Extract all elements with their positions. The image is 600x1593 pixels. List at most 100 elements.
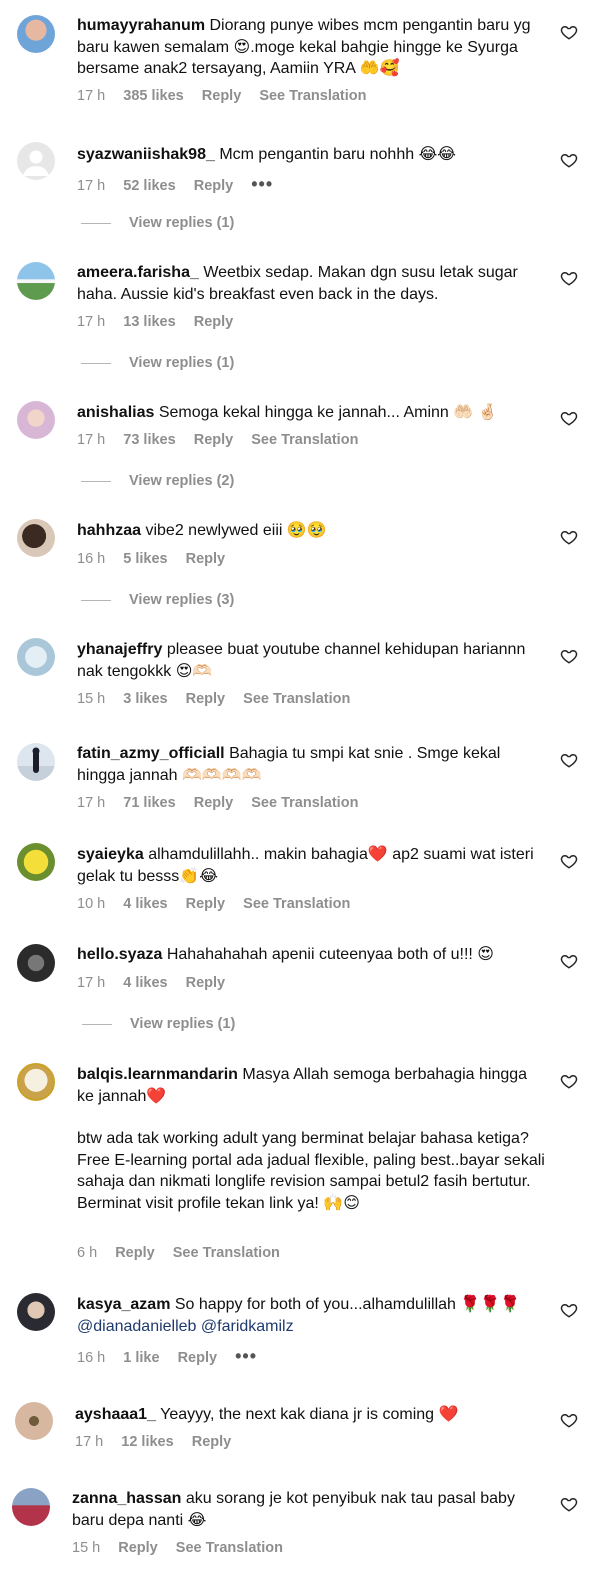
username-link[interactable]: hahhzaa bbox=[77, 522, 141, 539]
username-link[interactable]: kasya_azam bbox=[77, 1296, 170, 1313]
timestamp: 17 h bbox=[77, 88, 106, 104]
comment-meta: 16 h 1 like Reply ••• bbox=[77, 1346, 271, 1367]
see-translation-button[interactable]: See Translation bbox=[251, 432, 358, 448]
username-link[interactable]: anishalias bbox=[77, 404, 154, 421]
like-heart-icon[interactable] bbox=[560, 151, 578, 169]
like-heart-icon[interactable] bbox=[560, 1495, 578, 1513]
timestamp: 17 h bbox=[75, 1434, 104, 1450]
likes-count[interactable]: 13 likes bbox=[123, 314, 175, 330]
likes-count[interactable]: 52 likes bbox=[123, 178, 175, 194]
like-heart-icon[interactable] bbox=[560, 852, 578, 870]
view-replies-button[interactable]: View replies (3) bbox=[81, 592, 234, 608]
comment-text: anishalias Semoga kekal hingga ke jannah… bbox=[77, 402, 548, 424]
reply-button[interactable]: Reply bbox=[186, 551, 226, 567]
comment-meta: 17 h 385 likes Reply See Translation bbox=[77, 88, 381, 104]
username-link[interactable]: humayyrahanum bbox=[77, 17, 205, 34]
like-heart-icon[interactable] bbox=[560, 409, 578, 427]
likes-count[interactable]: 73 likes bbox=[123, 432, 175, 448]
likes-count[interactable]: 4 likes bbox=[123, 975, 167, 991]
timestamp: 17 h bbox=[77, 795, 106, 811]
more-options-icon[interactable]: ••• bbox=[251, 174, 273, 194]
reply-button[interactable]: Reply bbox=[202, 88, 242, 104]
likes-count[interactable]: 385 likes bbox=[123, 88, 183, 104]
comment-meta: 17 h 73 likes Reply See Translation bbox=[77, 432, 372, 448]
timestamp: 15 h bbox=[72, 1540, 101, 1556]
timestamp: 17 h bbox=[77, 975, 106, 991]
avatar[interactable] bbox=[15, 1402, 53, 1440]
like-heart-icon[interactable] bbox=[560, 269, 578, 287]
likes-count[interactable]: 4 likes bbox=[123, 896, 167, 912]
view-replies-button[interactable]: View replies (1) bbox=[81, 215, 234, 231]
see-translation-button[interactable]: See Translation bbox=[251, 795, 358, 811]
username-link[interactable]: fatin_azmy_officiall bbox=[77, 745, 225, 762]
comment-meta: 17 h 52 likes Reply ••• bbox=[77, 174, 287, 195]
avatar[interactable] bbox=[17, 262, 55, 300]
likes-count[interactable]: 5 likes bbox=[123, 551, 167, 567]
likes-count[interactable]: 3 likes bbox=[123, 691, 167, 707]
reply-button[interactable]: Reply bbox=[186, 896, 226, 912]
see-translation-button[interactable]: See Translation bbox=[243, 896, 350, 912]
reply-button[interactable]: Reply bbox=[118, 1540, 158, 1556]
view-replies-button[interactable]: View replies (1) bbox=[81, 355, 234, 371]
like-heart-icon[interactable] bbox=[560, 23, 578, 41]
avatar[interactable] bbox=[12, 1488, 50, 1526]
avatar[interactable] bbox=[17, 638, 55, 676]
reply-button[interactable]: Reply bbox=[178, 1350, 218, 1366]
username-link[interactable]: syaieyka bbox=[77, 846, 144, 863]
avatar[interactable] bbox=[17, 1063, 55, 1101]
like-heart-icon[interactable] bbox=[560, 528, 578, 546]
reply-button[interactable]: Reply bbox=[186, 975, 226, 991]
reply-button[interactable]: Reply bbox=[115, 1245, 155, 1261]
username-link[interactable]: ayshaaa1_ bbox=[75, 1406, 156, 1423]
avatar[interactable] bbox=[17, 843, 55, 881]
more-options-icon[interactable]: ••• bbox=[235, 1346, 257, 1366]
reply-button[interactable]: Reply bbox=[194, 795, 234, 811]
like-heart-icon[interactable] bbox=[560, 1411, 578, 1429]
likes-count[interactable]: 12 likes bbox=[121, 1434, 173, 1450]
reply-button[interactable]: Reply bbox=[194, 314, 234, 330]
comment-meta: 6 h Reply See Translation bbox=[77, 1245, 294, 1261]
comment-body: vibe2 newlywed eiii 🥹🥹 bbox=[145, 522, 327, 539]
see-translation-button[interactable]: See Translation bbox=[243, 691, 350, 707]
like-heart-icon[interactable] bbox=[560, 1072, 578, 1090]
likes-count[interactable]: 1 like bbox=[123, 1350, 159, 1366]
see-translation-button[interactable]: See Translation bbox=[259, 88, 366, 104]
comment-body: So happy for both of you...alhamdulillah… bbox=[174, 1296, 521, 1313]
timestamp: 16 h bbox=[77, 551, 106, 567]
timestamp: 6 h bbox=[77, 1245, 98, 1261]
mention-link[interactable]: @faridkamilz bbox=[201, 1318, 294, 1335]
avatar[interactable] bbox=[17, 401, 55, 439]
reply-button[interactable]: Reply bbox=[186, 691, 226, 707]
username-link[interactable]: syazwaniishak98_ bbox=[77, 146, 215, 163]
comment-text: balqis.learnmandarin Masya Allah semoga … bbox=[77, 1064, 548, 1107]
username-link[interactable]: ameera.farisha_ bbox=[77, 264, 199, 281]
avatar[interactable] bbox=[17, 944, 55, 982]
username-link[interactable]: zanna_hassan bbox=[72, 1490, 181, 1507]
avatar[interactable] bbox=[17, 519, 55, 557]
timestamp: 17 h bbox=[77, 432, 106, 448]
avatar[interactable] bbox=[17, 1293, 55, 1331]
view-replies-button[interactable]: View replies (1) bbox=[82, 1016, 235, 1032]
avatar[interactable] bbox=[17, 142, 55, 180]
reply-button[interactable]: Reply bbox=[194, 178, 234, 194]
like-heart-icon[interactable] bbox=[560, 647, 578, 665]
avatar[interactable] bbox=[17, 743, 55, 781]
mention-link[interactable]: @dianadanielleb bbox=[77, 1318, 196, 1335]
see-translation-button[interactable]: See Translation bbox=[176, 1540, 283, 1556]
username-link[interactable]: yhanajeffry bbox=[77, 641, 162, 658]
like-heart-icon[interactable] bbox=[560, 952, 578, 970]
see-translation-button[interactable]: See Translation bbox=[173, 1245, 280, 1261]
comment-text: fatin_azmy_officiall Bahagia tu smpi kat… bbox=[77, 743, 548, 786]
avatar[interactable] bbox=[17, 15, 55, 53]
like-heart-icon[interactable] bbox=[560, 751, 578, 769]
comment-body: Yeayyy, the next kak diana jr is coming … bbox=[160, 1406, 459, 1423]
username-link[interactable]: hello.syaza bbox=[77, 946, 162, 963]
like-heart-icon[interactable] bbox=[560, 1301, 578, 1319]
timestamp: 15 h bbox=[77, 691, 106, 707]
username-link[interactable]: balqis.learnmandarin bbox=[77, 1066, 238, 1083]
reply-button[interactable]: Reply bbox=[194, 432, 234, 448]
likes-count[interactable]: 71 likes bbox=[123, 795, 175, 811]
reply-button[interactable]: Reply bbox=[192, 1434, 232, 1450]
comment-meta: 15 h 3 likes Reply See Translation bbox=[77, 691, 364, 707]
view-replies-button[interactable]: View replies (2) bbox=[81, 473, 234, 489]
